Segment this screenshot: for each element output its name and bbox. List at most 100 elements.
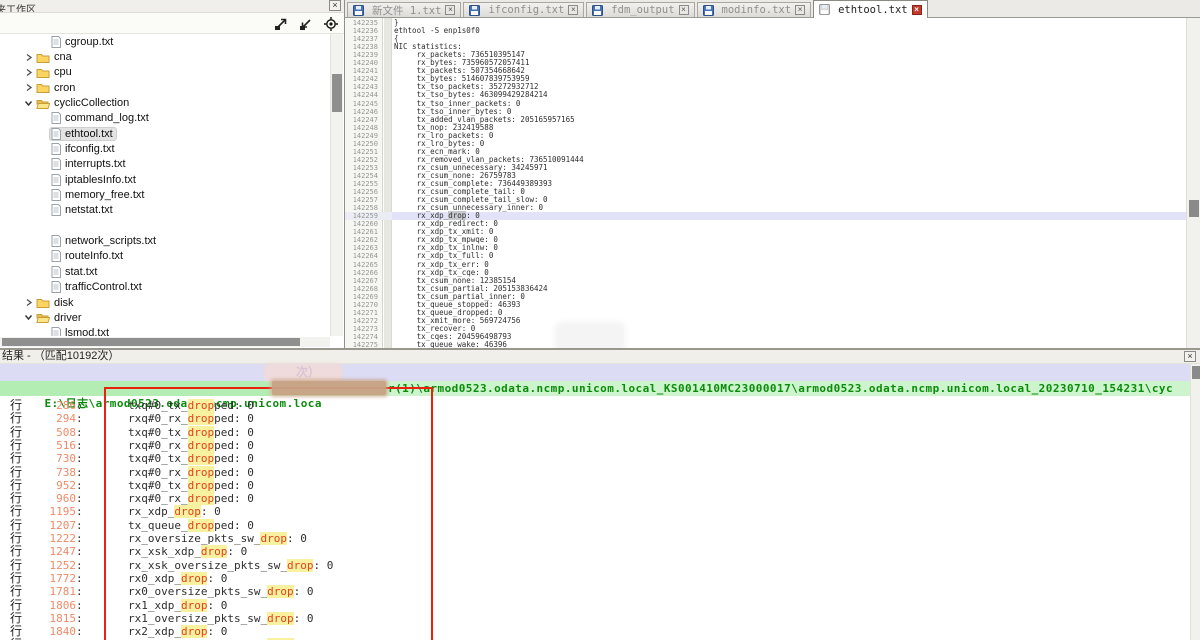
result-row[interactable]: 行1247:rx_xsk_xdp_drop: 0 [0,545,1190,558]
tree-item-memory-free-txt[interactable]: memory_free.txt [0,187,330,202]
tree-item-ethtool-txt[interactable]: ethtool.txt [0,126,330,141]
tree-item-interrupts-txt[interactable]: interrupts.txt [0,157,330,172]
chevron-right-icon[interactable] [24,298,35,307]
result-row-label: 行 [10,559,22,572]
chevron-right-icon[interactable] [24,68,35,77]
tree-item-routeinfo-txt[interactable]: routeInfo.txt [0,249,330,264]
file-icon [51,281,61,293]
tab-ethtool-txt[interactable]: ethtool.txt× [813,0,928,18]
result-line-number: 960 [28,492,76,505]
tab-close-icon[interactable]: × [445,5,455,15]
tab-label: ifconfig.txt [488,4,564,16]
tree-item-iptablesinfo-txt[interactable]: iptablesInfo.txt [0,172,330,187]
result-line-number: 286 [28,399,76,412]
scrollbar-thumb[interactable] [332,74,342,112]
result-row[interactable]: 行952:txq#0_tx_dropped: 0 [0,479,1190,492]
line-number: 142250 [345,140,381,148]
result-row[interactable]: 行738:rxq#0_rx_dropped: 0 [0,466,1190,479]
tree-item-label: stat.txt [65,266,97,278]
result-row[interactable]: 行1806:rx1_xdp_drop: 0 [0,599,1190,612]
line-number: 142235 [345,19,381,27]
line-number: 142246 [345,108,381,116]
file-icon [51,36,61,48]
tab--1-txt[interactable]: 新文件 1.txt × [347,2,461,17]
tab-fdm-output[interactable]: fdm_output × [586,2,694,17]
file-icon [51,204,61,216]
chevron-down-icon[interactable] [24,99,35,108]
result-line-text: rx1_xdp_drop: 0 [128,599,227,612]
chevron-right-icon[interactable] [24,53,35,62]
tree-item-ifconfig-txt[interactable]: ifconfig.txt [0,141,330,156]
result-row[interactable]: 行730:txq#0_tx_dropped: 0 [0,452,1190,465]
file-icon [51,158,61,170]
tree-item-netstat-txt[interactable]: netstat.txt [0,203,330,218]
editor-vertical-scrollbar[interactable] [1186,18,1200,348]
tree-item-driver[interactable]: driver [0,310,330,325]
tree-item-cycliccollection[interactable]: cyclicCollection [0,95,330,110]
tree-item-cgroup-txt[interactable]: cgroup.txt [0,34,330,49]
result-line-text: rx0_xdp_drop: 0 [128,572,227,585]
scrollbar-thumb[interactable] [1189,200,1199,217]
workspace-close-icon[interactable]: × [329,0,341,11]
result-row-label: 行 [10,625,22,638]
tab-label: 新文件 1.txt [372,3,441,18]
tree-item-cron[interactable]: cron [0,80,330,95]
scrollbar-thumb[interactable] [1192,366,1200,379]
bring-from-editor-icon[interactable] [298,16,314,32]
result-row[interactable]: 行1815:rx1_oversize_pkts_sw_drop: 0 [0,612,1190,625]
line-number: 142256 [345,188,381,196]
result-row[interactable]: 行516:rxq#0_rx_dropped: 0 [0,439,1190,452]
send-to-editor-icon[interactable] [273,16,289,32]
tree-item-network-scripts-txt[interactable]: network_scripts.txt [0,233,330,248]
tree-item-trafficcontrol-txt[interactable]: trafficControl.txt [0,280,330,295]
result-row[interactable]: 行1252:rx_xsk_oversize_pkts_sw_drop: 0 [0,559,1190,572]
result-row[interactable]: 行1222:rx_oversize_pkts_sw_drop: 0 [0,532,1190,545]
tree-item-cpu[interactable]: cpu [0,65,330,80]
result-line-number: 1222 [28,532,76,545]
tab-ifconfig-txt[interactable]: ifconfig.txt × [463,2,584,17]
search-match-highlight: drop [188,412,215,425]
result-row[interactable]: 行1195:rx_xdp_drop: 0 [0,505,1190,518]
chevron-right-icon[interactable] [24,83,35,92]
chevron-down-icon[interactable] [24,313,35,322]
line-number: 142265 [345,261,381,269]
result-row[interactable]: 行294:rxq#0_rx_dropped: 0 [0,412,1190,425]
result-row[interactable]: 行508:txq#0_tx_dropped: 0 [0,426,1190,439]
tab-close-icon[interactable]: × [912,5,922,15]
tree-item-disk[interactable]: disk [0,295,330,310]
tree-item-cna[interactable]: cna [0,49,330,64]
tab-close-icon[interactable]: × [568,5,578,15]
search-match-highlight: drop [188,466,215,479]
tree-item-label: disk [54,297,74,309]
tree-item-command-log-txt[interactable]: command_log.txt [0,111,330,126]
result-row-label: 行 [10,479,22,492]
result-row[interactable]: 行1772:rx0_xdp_drop: 0 [0,572,1190,585]
result-row-label: 行 [10,532,22,545]
workspace-vertical-scrollbar[interactable] [330,34,343,336]
search-file-path-row[interactable]: E:\日志\armod0523.odata.ncmp.unicom.loca r… [0,381,1190,396]
results-close-icon[interactable]: × [1184,351,1196,362]
tree-item-lsmod-txt[interactable]: lsmod.txt [0,326,330,336]
results-vertical-scrollbar[interactable] [1190,364,1200,640]
workspace-horizontal-scrollbar[interactable] [0,337,330,347]
tab-close-icon[interactable]: × [679,5,689,15]
result-line-number: 508 [28,426,76,439]
tree-item-label: routeInfo.txt [65,250,123,262]
result-row[interactable]: 行1840:rx2_xdp_drop: 0 [0,625,1190,638]
line-number: 142241 [345,67,381,75]
line-number: 142260 [345,220,381,228]
result-line-number: 1840 [28,625,76,638]
result-row[interactable]: 行1207:tx_queue_dropped: 0 [0,519,1190,532]
result-row[interactable]: 行286:txq#0_tx_dropped: 0 [0,399,1190,412]
tree-item-label: trafficControl.txt [65,281,142,293]
tab-modinfo-txt[interactable]: modinfo.txt× [697,2,812,17]
locate-active-file-icon[interactable] [323,16,339,32]
result-row[interactable]: 行960:rxq#0_rx_dropped: 0 [0,492,1190,505]
tree-item-stat-txt[interactable]: stat.txt [0,264,330,279]
result-line-number: 1207 [28,519,76,532]
tab-close-icon[interactable]: × [795,5,805,15]
scrollbar-thumb[interactable] [2,338,300,346]
editor-pane[interactable]: 142235}142236ethtool -S enp1s0f0142237{1… [345,18,1186,348]
result-row[interactable]: 行1781:rx0_oversize_pkts_sw_drop: 0 [0,585,1190,598]
tab-label: fdm_output [611,4,674,16]
